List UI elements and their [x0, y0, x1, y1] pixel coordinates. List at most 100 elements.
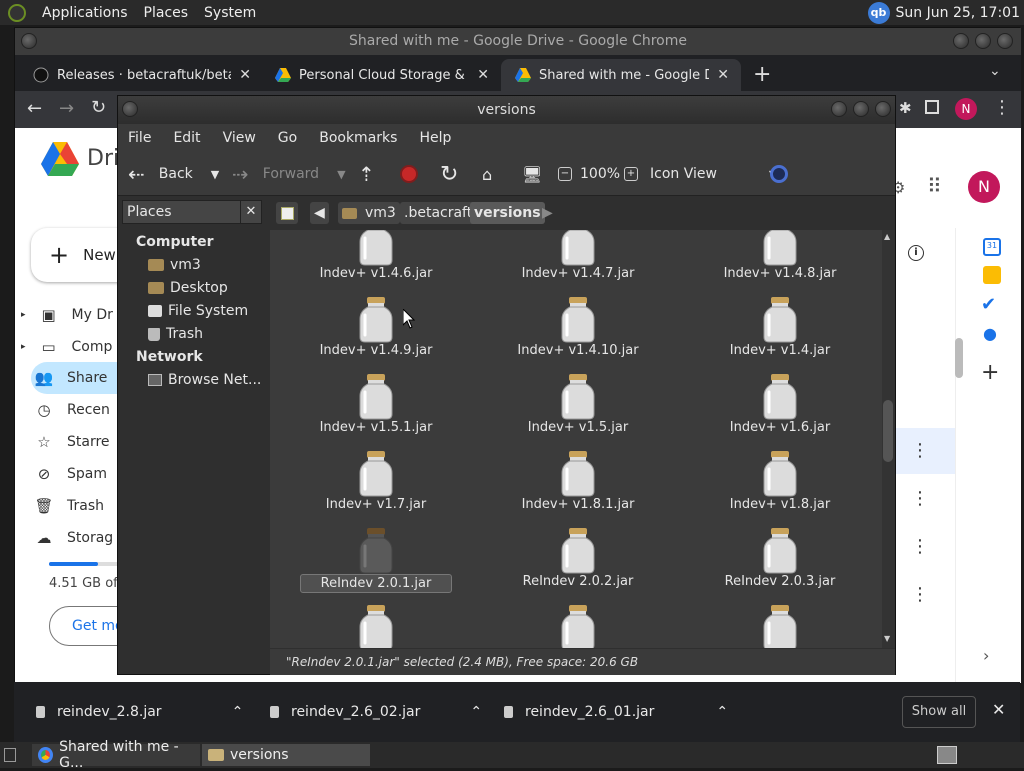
calendar-icon[interactable]: 31: [983, 238, 1001, 256]
nav-my-drive[interactable]: ▸ ▣ My Dr: [21, 306, 113, 324]
menu-go[interactable]: Go: [278, 130, 297, 146]
close-download-bar-icon[interactable]: ✕: [992, 700, 1005, 719]
forward-dropdown-icon[interactable]: ▼: [337, 168, 345, 181]
sidebar-item-file-system[interactable]: File System: [148, 303, 248, 319]
back-arrow-icon[interactable]: ←: [27, 98, 42, 119]
close-tab-icon[interactable]: ✕: [239, 67, 263, 83]
nav-spam[interactable]: ⊘ Spam: [35, 465, 107, 483]
add-addon-icon[interactable]: +: [981, 360, 999, 385]
sidebar-item-desktop[interactable]: Desktop: [148, 280, 228, 296]
reload-icon[interactable]: ↻: [440, 152, 458, 196]
nav-shared-with-me[interactable]: 👥 Share: [35, 369, 108, 387]
edit-location-icon[interactable]: [276, 202, 298, 224]
computer-icon[interactable]: 🖥: [522, 152, 542, 196]
maximize-button[interactable]: [853, 101, 869, 117]
tasks-icon[interactable]: ✔: [981, 294, 996, 315]
file-item[interactable]: ReIndev 2.0.1.jar: [286, 528, 466, 593]
minimize-button[interactable]: [953, 33, 969, 49]
chrome-profile-avatar[interactable]: N: [955, 98, 977, 120]
qbittorrent-tray-icon[interactable]: qb: [867, 1, 890, 24]
window-menu-button[interactable]: [122, 101, 138, 117]
drive-profile-avatar[interactable]: N: [968, 171, 1000, 203]
file-item[interactable]: Indev+ v1.8.jar: [690, 451, 870, 512]
chevron-up-icon[interactable]: ⌃: [716, 704, 728, 720]
applications-menu[interactable]: Applications: [42, 5, 128, 21]
apps-grid-icon[interactable]: ⠿: [927, 174, 942, 198]
window-menu-button[interactable]: [21, 33, 37, 49]
file-item[interactable]: Indev+ v1.7.jar: [286, 451, 466, 512]
scroll-thumb[interactable]: [883, 400, 893, 462]
path-crumb-betacraft[interactable]: .betacraft: [400, 202, 477, 224]
chevron-up-icon[interactable]: ⌃: [232, 704, 244, 720]
google-drive-logo-icon[interactable]: [41, 142, 79, 176]
minimize-button[interactable]: [831, 101, 847, 117]
close-window-button[interactable]: [997, 33, 1013, 49]
contacts-icon[interactable]: ●: [983, 324, 997, 343]
file-item[interactable]: Indev+ v1.4.9.jar: [286, 297, 466, 358]
file-item[interactable]: Indev+ v1.4.10.jar: [488, 297, 668, 358]
file-item[interactable]: Indev+ v1.5.1.jar: [286, 374, 466, 435]
menu-help[interactable]: Help: [419, 130, 451, 146]
zoom-level[interactable]: 100%: [580, 152, 620, 196]
row-more-icon[interactable]: ⋮: [911, 584, 929, 605]
file-item[interactable]: Indev+ v1.4.jar: [690, 297, 870, 358]
menu-view[interactable]: View: [223, 130, 256, 146]
sidebar-item-vm3[interactable]: vm3: [148, 257, 201, 273]
tab-releases[interactable]: Releases · betacraftuk/betacra ✕: [19, 59, 263, 91]
nav-computers[interactable]: ▸ ▭ Comp: [21, 338, 112, 356]
file-item-partial[interactable]: [286, 605, 466, 648]
home-folder-icon[interactable]: ⌂: [482, 152, 492, 196]
side-panel-icon[interactable]: [925, 100, 939, 114]
show-desktop-icon[interactable]: [4, 748, 16, 762]
file-item[interactable]: Indev+ v1.8.1.jar: [488, 451, 668, 512]
keep-icon[interactable]: [983, 266, 1001, 284]
places-menu[interactable]: Places: [144, 5, 189, 21]
clock[interactable]: Sun Jun 25, 17:01: [896, 5, 1020, 21]
menu-bookmarks[interactable]: Bookmarks: [319, 130, 397, 146]
taskbar-chrome[interactable]: Shared with me - G...: [32, 739, 200, 771]
info-icon[interactable]: i: [908, 245, 924, 261]
close-tab-icon[interactable]: ✕: [477, 67, 501, 83]
menu-edit[interactable]: Edit: [173, 130, 200, 146]
expand-panel-chevron-icon[interactable]: ›: [983, 646, 989, 665]
path-crumb-versions[interactable]: versions: [470, 202, 545, 224]
download-item[interactable]: reindev_2.6_02.jar ⌃: [270, 682, 482, 742]
stop-icon[interactable]: [400, 152, 418, 196]
tab-personal-cloud[interactable]: Personal Cloud Storage & File ✕: [261, 59, 501, 91]
download-item[interactable]: reindev_2.6_01.jar ⌃: [504, 682, 728, 742]
distro-logo-icon[interactable]: [8, 3, 26, 22]
file-item-partial[interactable]: [488, 605, 668, 648]
workspace-switcher[interactable]: [937, 746, 957, 764]
file-item-partial[interactable]: [690, 605, 870, 648]
scroll-up-arrow-icon[interactable]: ▲: [884, 232, 890, 241]
download-item[interactable]: reindev_2.8.jar ⌃: [36, 682, 243, 742]
sidebar-item-browse-network[interactable]: Browse Net...: [148, 372, 261, 388]
nav-recent[interactable]: ◷ Recen: [35, 401, 109, 419]
chrome-menu-icon[interactable]: ⋮: [993, 97, 1011, 118]
back-button[interactable]: ⇠ Back ▼: [128, 152, 219, 196]
scroll-down-arrow-icon[interactable]: ▼: [884, 634, 890, 643]
up-arrow-icon[interactable]: ⇡: [358, 152, 375, 196]
nav-starred[interactable]: ☆ Starre: [35, 433, 109, 451]
tab-shared-with-me[interactable]: Shared with me - Google Drive ✕: [501, 59, 741, 91]
menu-file[interactable]: File: [128, 130, 151, 146]
file-item[interactable]: ReIndev 2.0.2.jar: [488, 528, 668, 589]
zoom-in-icon[interactable]: +: [624, 152, 638, 196]
row-more-icon[interactable]: ⋮: [911, 440, 929, 461]
path-crumb-vm3[interactable]: vm3: [338, 202, 400, 224]
file-item[interactable]: ReIndev 2.0.3.jar: [690, 528, 870, 589]
page-scrollbar[interactable]: [955, 338, 963, 378]
path-right-arrow-icon[interactable]: ▶: [538, 202, 557, 224]
row-more-icon[interactable]: ⋮: [911, 488, 929, 509]
maximize-button[interactable]: [975, 33, 991, 49]
nav-trash[interactable]: 🗑 Trash: [34, 497, 104, 515]
file-item[interactable]: Indev+ v1.6.jar: [690, 374, 870, 435]
close-window-button[interactable]: [875, 101, 891, 117]
system-menu[interactable]: System: [204, 5, 256, 21]
back-dropdown-icon[interactable]: ▼: [211, 168, 219, 181]
view-mode-select[interactable]: Icon View ▼: [650, 152, 777, 196]
sidebar-item-trash[interactable]: Trash: [148, 326, 203, 342]
close-tab-icon[interactable]: ✕: [717, 67, 741, 83]
reload-icon[interactable]: ↻: [91, 97, 106, 118]
forward-button[interactable]: ⇢ Forward ▼: [232, 152, 346, 196]
